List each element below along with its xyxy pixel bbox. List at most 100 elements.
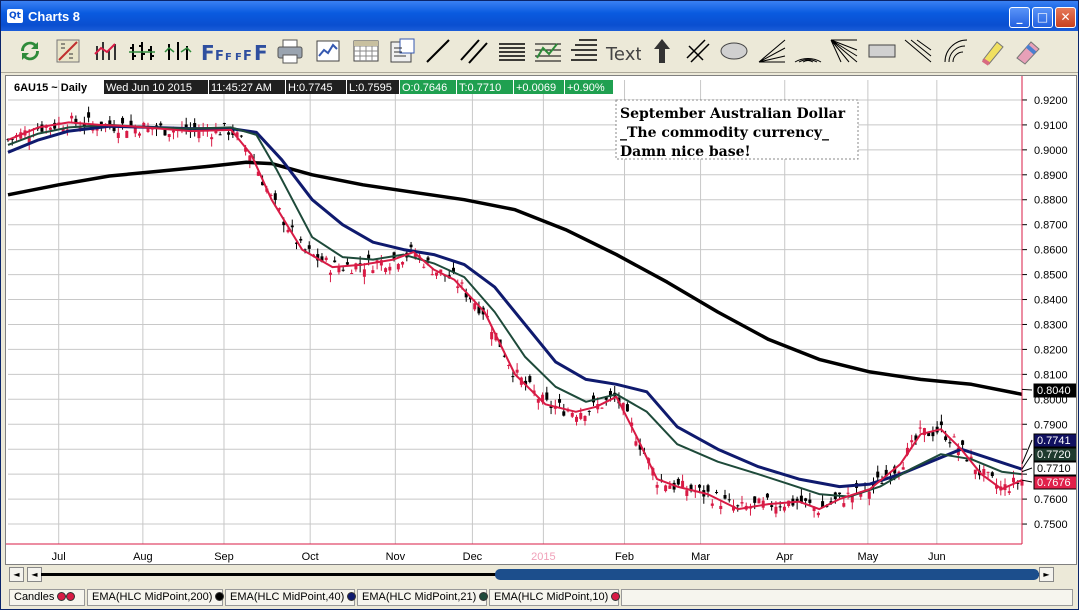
legend-ema21-color-icon — [479, 592, 489, 601]
grid-icon[interactable] — [351, 36, 381, 66]
candle-body — [227, 132, 231, 135]
candle-body — [435, 272, 439, 276]
legend-down-color-icon — [66, 592, 76, 601]
header-last: T:0.7710 — [459, 82, 501, 94]
close-button[interactable]: ✕ — [1055, 7, 1076, 28]
horizontal-lines-icon[interactable] — [497, 36, 527, 66]
candle-body — [782, 506, 786, 511]
candle-body — [846, 492, 850, 494]
legend-ema10-color-icon — [611, 592, 621, 601]
candle-body — [350, 273, 354, 275]
gann-fan-icon[interactable] — [829, 36, 859, 66]
candle-body — [341, 269, 345, 271]
rectangle-icon[interactable] — [867, 36, 897, 66]
legend-ema21-label: EMA(HLC MidPoint,21) — [362, 591, 477, 603]
fibonacci-icon[interactable] — [533, 36, 563, 66]
arrow-up-icon[interactable] — [647, 36, 677, 66]
candle-body — [473, 303, 477, 310]
text-icon[interactable]: Text — [605, 36, 642, 66]
candle-body — [736, 505, 740, 507]
x-tick-label: Jun — [928, 551, 946, 563]
price-label-text: 0.7741 — [1037, 435, 1071, 447]
y-tick-label: 0.7600 — [1034, 494, 1068, 506]
legend-ema10[interactable]: EMA(HLC MidPoint,10) — [489, 589, 621, 606]
candle-body — [70, 115, 74, 119]
bar-chart-icon[interactable] — [91, 36, 121, 66]
refresh-icon[interactable] — [15, 36, 45, 66]
chart-area[interactable]: 0.9200 0.9100 0.9000 0.8900 0.8800 0.8700 0.86… — [5, 75, 1079, 565]
ellipse-icon[interactable] — [719, 36, 749, 66]
horizontal-scroll[interactable]: ◄ ◄ ► — [5, 566, 1077, 584]
title-bar[interactable]: Qt Charts 8 _ □ ✕ — [1, 1, 1078, 31]
candle-body — [116, 132, 120, 138]
hlc-bars-icon[interactable] — [127, 36, 157, 66]
candle-body — [770, 505, 774, 507]
scroll-home-button[interactable]: ◄ — [9, 567, 24, 582]
header-open: O:0.7646 — [402, 82, 447, 94]
candle-body — [939, 421, 943, 426]
candle-body — [944, 436, 948, 441]
minimize-button[interactable]: _ — [1009, 7, 1030, 28]
highlighter-icon[interactable] — [977, 36, 1007, 66]
svg-text:F: F — [225, 52, 232, 63]
legend-ema40[interactable]: EMA(HLC MidPoint,40) — [225, 589, 357, 606]
candle-body — [876, 471, 880, 478]
candle-body — [706, 485, 710, 492]
properties-icon[interactable] — [387, 36, 417, 66]
header-change: +0.0069 — [516, 82, 556, 94]
eraser-icon[interactable] — [1013, 36, 1043, 66]
annotation-line-1: September Australian Dollar — [620, 106, 846, 122]
speed-lines-icon[interactable] — [903, 36, 933, 66]
font-icon[interactable]: FFFFFF — [199, 36, 271, 66]
print-icon[interactable] — [275, 36, 305, 66]
svg-text:F: F — [235, 52, 242, 63]
candles-icon[interactable] — [163, 36, 193, 66]
candle-body — [816, 512, 820, 516]
maximize-button[interactable]: □ — [1032, 7, 1053, 28]
candle-body — [990, 472, 994, 477]
y-tick-label: 0.8900 — [1034, 170, 1068, 182]
legend-candles[interactable]: Candles — [9, 589, 85, 606]
scroll-right-button[interactable]: ► — [1039, 567, 1054, 582]
x-tick-label: 2015 — [531, 551, 555, 563]
spiral-icon[interactable] — [941, 36, 971, 66]
candle-body — [87, 112, 91, 118]
candle-body — [48, 127, 52, 130]
y-tick-label: 0.8400 — [1034, 295, 1068, 307]
toolbar: FFFFFF Text — [1, 31, 1078, 73]
candle-body — [838, 492, 842, 495]
price-label-leader — [1021, 467, 1033, 473]
fan-icon[interactable] — [757, 36, 787, 66]
line-icon[interactable] — [423, 36, 453, 66]
candle-body — [634, 441, 638, 446]
legend-ema200[interactable]: EMA(HLC MidPoint,200) — [87, 589, 225, 606]
candle-body — [515, 369, 519, 373]
x-tick-label: Oct — [302, 551, 319, 563]
app-icon: Qt — [7, 9, 23, 23]
candle-body — [171, 130, 175, 133]
candle-body — [558, 399, 562, 403]
candle-body — [948, 442, 952, 444]
candle-body — [138, 133, 142, 136]
price-chart[interactable]: 0.9200 0.9100 0.9000 0.8900 0.8800 0.8700 0.86… — [6, 76, 1079, 564]
crosshair-icon[interactable] — [683, 36, 713, 66]
chart-icon[interactable] — [313, 36, 343, 66]
legend-ema200-label: EMA(HLC MidPoint,200) — [92, 591, 213, 603]
arc-icon[interactable] — [793, 36, 823, 66]
header-pct: +0.90% — [567, 82, 605, 94]
candle-body — [456, 286, 460, 289]
charts-window: Qt Charts 8 _ □ ✕ FFFFFF Text 0.9200 0.9… — [0, 0, 1079, 610]
y-tick-label: 0.9000 — [1034, 145, 1068, 157]
scroll-left-button[interactable]: ◄ — [27, 567, 42, 582]
draw-icon[interactable] — [53, 36, 83, 66]
scroll-thumb[interactable] — [495, 569, 1039, 580]
candle-body — [333, 260, 337, 263]
candle-body — [753, 496, 757, 503]
parallel-lines-icon[interactable] — [459, 36, 489, 66]
candle-body — [273, 193, 277, 200]
levels-icon[interactable] — [569, 36, 599, 66]
header-low: L:0.7595 — [349, 82, 392, 94]
legend-ema21[interactable]: EMA(HLC MidPoint,21) — [357, 589, 489, 606]
candle-body — [961, 440, 965, 445]
legend-ema200-color-icon — [215, 592, 225, 601]
